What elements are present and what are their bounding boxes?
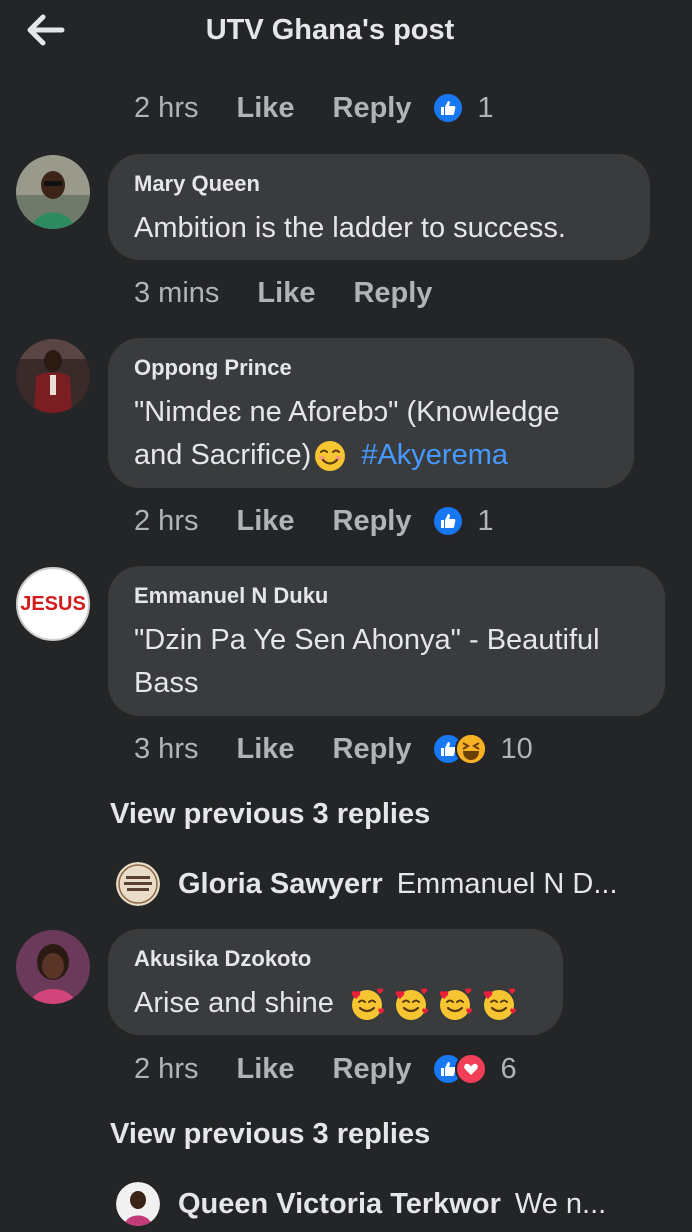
reply-preview[interactable]: Queen Victoria Terkwor We n...	[116, 1180, 606, 1228]
reply-button[interactable]: Reply	[333, 1053, 412, 1086]
hashtag-link[interactable]: #Akyerema	[361, 439, 508, 471]
avatar-text: JESUS	[20, 592, 86, 615]
like-button[interactable]: Like	[236, 1053, 294, 1086]
comment-text-line: and Sacrifice)	[134, 439, 312, 471]
like-button[interactable]: Like	[236, 733, 294, 766]
comment-meta: 2 hrs Like Reply 6	[134, 1049, 517, 1089]
comment-time[interactable]: 2 hrs	[134, 505, 198, 538]
view-previous-replies-link[interactable]: View previous 3 replies	[110, 798, 430, 831]
comment-text: Arise and shine	[134, 982, 537, 1025]
commenter-name[interactable]: Mary Queen	[134, 171, 624, 197]
comment-text-line: "Dzin Pa Ye Sen Ahonya" - Beautiful	[134, 624, 600, 656]
smiling-face-with-hearts-emoji-icon	[439, 988, 473, 1021]
reply-author-name[interactable]: Queen Victoria Terkwor	[178, 1188, 501, 1221]
comment-text-line: Bass	[134, 667, 199, 699]
reply-preview-text: We n...	[514, 1187, 607, 1220]
like-button[interactable]: Like	[236, 92, 294, 125]
reply-author-name[interactable]: Gloria Sawyerr	[178, 868, 383, 901]
avatar[interactable]	[16, 930, 90, 1004]
comment-meta: 3 hrs Like Reply 10	[134, 729, 533, 769]
reaction-count: 6	[500, 1052, 517, 1085]
reaction-summary[interactable]: 6	[431, 1052, 517, 1086]
comment-time[interactable]: 3 mins	[134, 277, 219, 310]
avatar[interactable]	[116, 1182, 160, 1226]
comment-text: "Nimdeɛ ne Aforebɔ" (Knowledge and Sacri…	[134, 391, 608, 477]
comment-text: "Dzin Pa Ye Sen Ahonya" - Beautiful Bass	[134, 619, 639, 705]
reply-button[interactable]: Reply	[353, 277, 432, 310]
page-title: UTV Ghana's post	[205, 14, 455, 46]
reply-preview-text: Emmanuel N D...	[396, 867, 618, 900]
avatar[interactable]	[116, 862, 160, 906]
comment-time[interactable]: 2 hrs	[134, 1053, 198, 1086]
love-reaction-icon	[454, 1053, 487, 1085]
view-previous-replies-link[interactable]: View previous 3 replies	[110, 1118, 430, 1151]
commenter-name[interactable]: Emmanuel N Duku	[134, 583, 639, 609]
reply-button[interactable]: Reply	[333, 733, 412, 766]
smiling-face-with-hearts-emoji-icon	[483, 988, 517, 1021]
avatar[interactable]	[16, 339, 90, 413]
smiling-face-emoji-icon	[315, 441, 346, 472]
smiling-face-with-hearts-emoji-icon	[395, 988, 429, 1021]
reaction-summary[interactable]: 1	[431, 504, 494, 538]
comment-meta: 3 mins Like Reply	[134, 273, 470, 313]
comment-text-line: "Nimdeɛ ne Aforebɔ" (Knowledge	[134, 396, 560, 428]
comment-bubble[interactable]: Akusika Dzokoto Arise and shine	[108, 929, 563, 1035]
commenter-name[interactable]: Oppong Prince	[134, 355, 608, 381]
smiling-face-with-hearts-emoji-icon	[351, 988, 385, 1021]
reaction-count: 1	[477, 504, 494, 537]
like-reaction-icon	[431, 92, 464, 124]
reply-button[interactable]: Reply	[333, 505, 412, 538]
comment-bubble[interactable]: Oppong Prince "Nimdeɛ ne Aforebɔ" (Knowl…	[108, 338, 634, 488]
comment-bubble[interactable]: Emmanuel N Duku "Dzin Pa Ye Sen Ahonya" …	[108, 566, 665, 716]
reply-preview[interactable]: Gloria Sawyerr Emmanuel N D...	[116, 860, 618, 908]
avatar[interactable]: JESUS	[16, 567, 90, 641]
avatar[interactable]	[16, 155, 90, 229]
like-reaction-icon	[431, 505, 464, 537]
comment-meta: 2 hrs Like Reply 1	[134, 501, 494, 541]
header: UTV Ghana's post	[0, 0, 692, 66]
comment-time[interactable]: 2 hrs	[134, 92, 198, 125]
like-button[interactable]: Like	[236, 505, 294, 538]
comment-text: Ambition is the ladder to success.	[134, 212, 566, 244]
comment-meta-top: 2 hrs Like Reply 1	[134, 88, 494, 128]
comment-bubble[interactable]: Mary Queen Ambition is the ladder to suc…	[108, 154, 650, 260]
reaction-summary[interactable]: 10	[431, 732, 533, 766]
reply-button[interactable]: Reply	[333, 92, 412, 125]
like-button[interactable]: Like	[257, 277, 315, 310]
comment-time[interactable]: 3 hrs	[134, 733, 198, 766]
commenter-name[interactable]: Akusika Dzokoto	[134, 946, 537, 972]
reaction-summary[interactable]: 1	[431, 91, 494, 125]
reaction-count: 1	[477, 91, 494, 124]
reaction-count: 10	[500, 732, 533, 765]
haha-reaction-icon	[454, 733, 487, 765]
comment-text-line: Arise and shine	[134, 987, 334, 1019]
